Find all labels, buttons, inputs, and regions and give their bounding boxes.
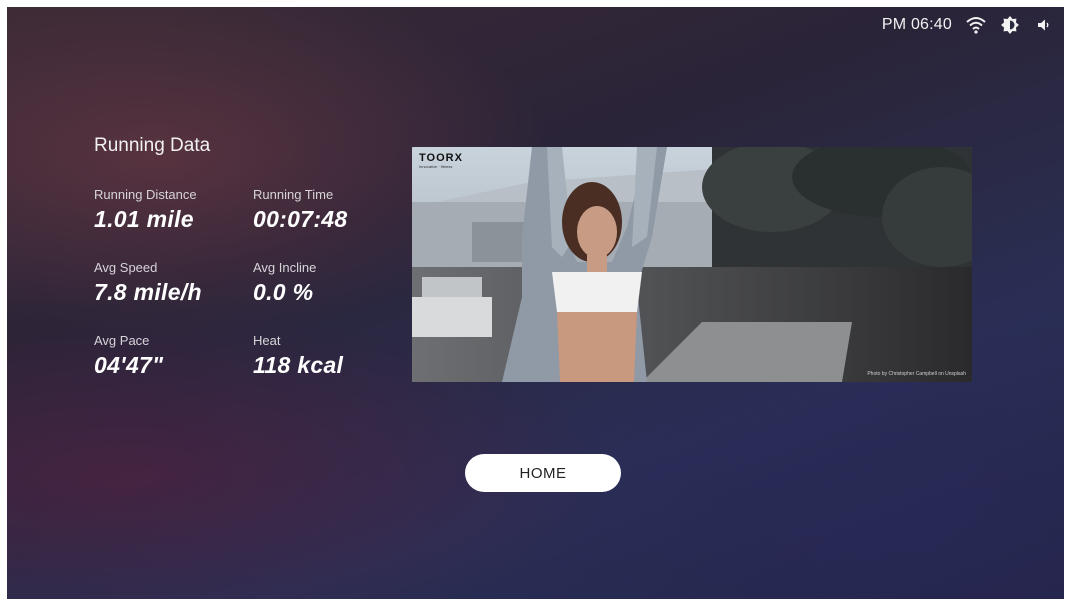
clock: PM 06:40 [881,16,952,33]
metric-label: Heat [253,333,281,348]
banner-photo [412,147,972,382]
metric-label: Running Time [253,187,334,202]
metric-avg-pace: Avg Pace 04'47" [94,333,254,379]
metric-value: 7.8 mile/h [94,279,202,305]
brand-name: TOORX [419,152,463,164]
metric-value: 04'47" [94,352,164,378]
metric-value: 0.0 % [253,279,314,305]
metric-avg-incline: Avg Incline 0.0 % [253,260,413,306]
photo-credit: Photo by Christopher Campbell on Unsplas… [867,371,966,377]
metric-value: 1.01 mile [94,206,194,232]
metric-running-distance: Running Distance 1.01 mile [94,187,254,233]
volume-icon[interactable] [1034,15,1054,35]
brand-tagline: Innovative · fitness [419,164,453,169]
metric-label: Avg Speed [94,260,158,275]
wifi-icon[interactable] [966,15,986,35]
metric-label: Avg Pace [94,333,150,348]
metric-heat: Heat 118 kcal [253,333,413,379]
treadmill-summary-screen: PM 06:40 Running Data Running Distance 1… [7,7,1064,599]
promo-banner-image: TOORX Innovative · fitness Photo by Chri… [412,147,972,382]
brand-logo: TOORX Innovative · fitness [419,152,463,169]
metric-value: 00:07:48 [253,206,348,232]
brightness-icon[interactable] [1000,15,1020,35]
metric-value: 118 kcal [253,352,344,378]
metric-avg-speed: Avg Speed 7.8 mile/h [94,260,254,306]
status-bar: PM 06:40 [882,14,1054,36]
metric-label: Avg Incline [253,260,317,275]
home-button[interactable]: HOME [465,454,621,492]
metric-label: Running Distance [94,187,197,202]
metric-running-time: Running Time 00:07:48 [253,187,413,233]
running-data-title: Running Data [94,135,211,156]
